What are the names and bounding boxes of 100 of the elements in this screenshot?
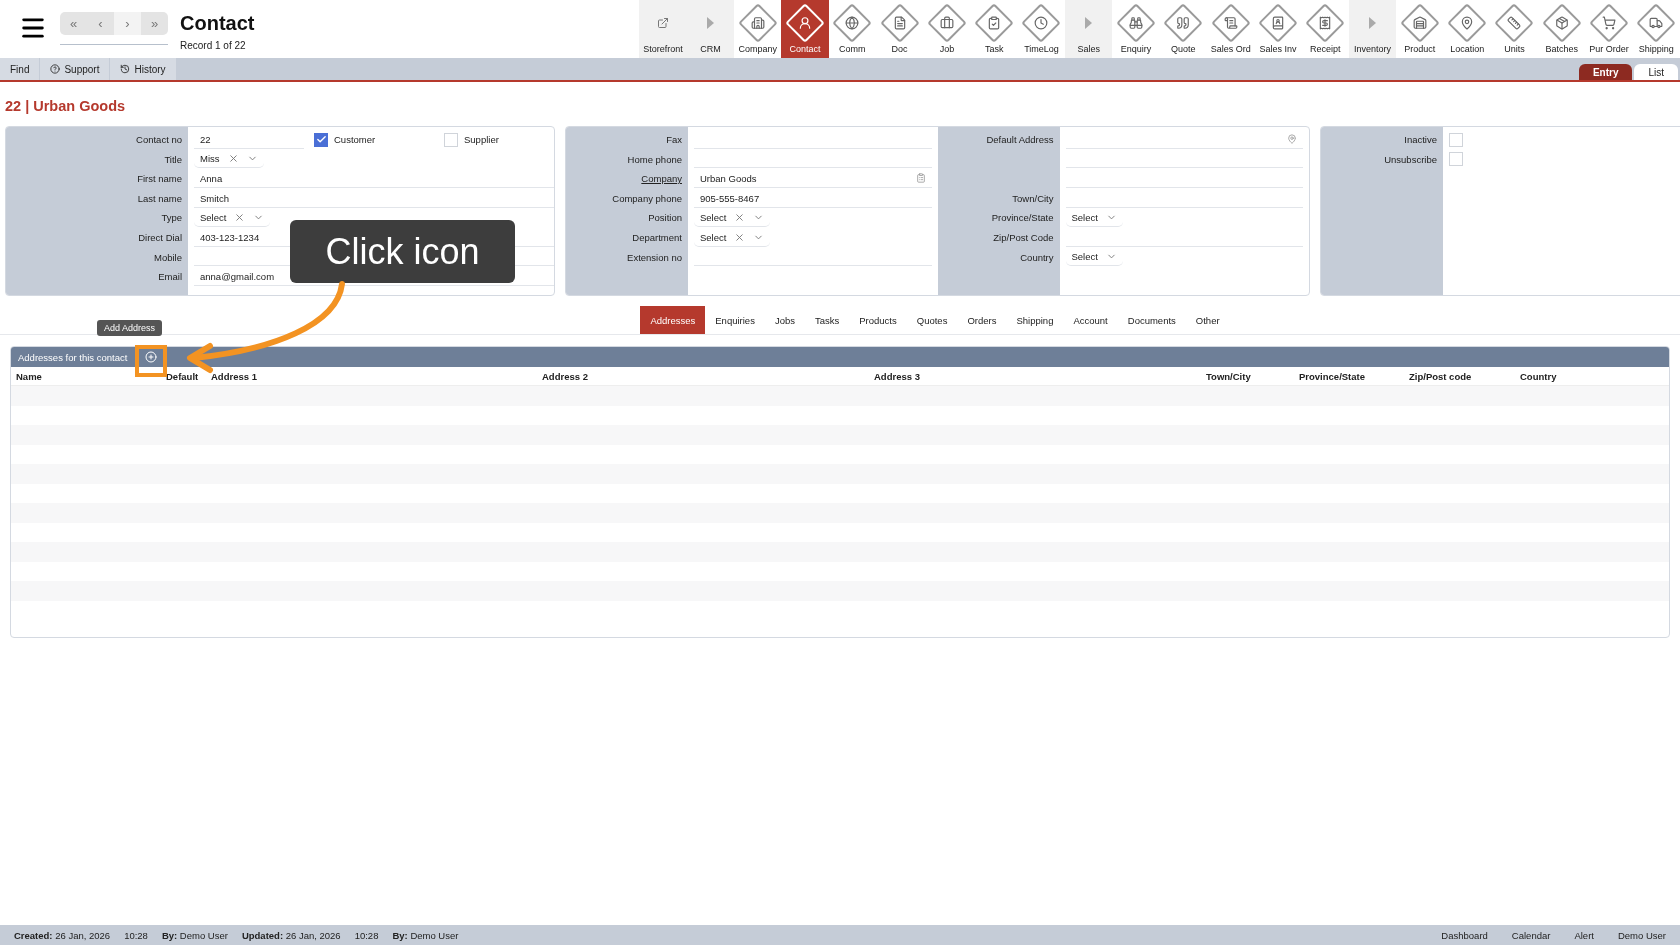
section-tab[interactable]: Orders: [957, 306, 1007, 334]
module-button[interactable]: CRM: [686, 0, 735, 58]
view-tab[interactable]: Entry: [1578, 64, 1633, 80]
history-icon: [120, 64, 131, 74]
status-text: Created: 26 Jan, 2026: [14, 929, 111, 941]
module-icon: [1401, 5, 1438, 41]
field-label: Mobile: [154, 250, 182, 265]
text-field[interactable]: Smitch: [194, 189, 554, 208]
column-header: Address 3: [873, 370, 921, 382]
module-icon: [976, 5, 1013, 41]
module-icon: [739, 5, 776, 41]
section-tab[interactable]: Jobs: [764, 306, 805, 334]
module-button[interactable]: Inventory: [1348, 0, 1397, 58]
module-button[interactable]: Contact: [781, 0, 829, 58]
module-icon: [1543, 5, 1580, 41]
module-button[interactable]: Storefront: [639, 0, 687, 58]
lookup-icon[interactable]: [915, 173, 926, 184]
section-tab[interactable]: Other: [1185, 306, 1230, 334]
column-header: Town/City: [1205, 370, 1252, 382]
select-field[interactable]: Select: [694, 209, 771, 228]
field-label-link[interactable]: Company: [641, 169, 682, 189]
column-header: Address 1: [210, 370, 258, 382]
field-label: Last name: [137, 191, 182, 206]
select-field[interactable]: Select: [1065, 248, 1123, 267]
external-link-icon: [657, 17, 670, 29]
module-button[interactable]: Sales: [1065, 0, 1113, 58]
field-label: Home phone: [627, 152, 682, 167]
module-icon: [1638, 5, 1675, 41]
module-icon: [1259, 5, 1296, 41]
clear-icon[interactable]: [734, 231, 746, 243]
status-text: By: Demo User: [392, 929, 459, 941]
pin-icon[interactable]: [1287, 134, 1297, 145]
checkbox-label[interactable]: Supplier: [444, 132, 554, 147]
toolbar-button[interactable]: Find: [0, 58, 41, 80]
view-tab[interactable]: List: [1634, 64, 1678, 80]
module-icon: [1118, 5, 1155, 41]
select-field[interactable]: Select: [194, 209, 271, 228]
field-label: Default Address: [986, 133, 1054, 147]
status-link[interactable]: Demo User: [1617, 929, 1666, 941]
section-tab[interactable]: Enquiries: [705, 306, 765, 334]
select-field[interactable]: Select: [694, 228, 771, 247]
column-header: Province/State: [1298, 370, 1366, 382]
clear-icon[interactable]: [234, 212, 246, 224]
caret-icon: [706, 17, 714, 29]
status-text: Updated: 26 Jan, 2026: [241, 929, 341, 941]
module-icon: [834, 5, 871, 41]
module-icon: [1023, 5, 1060, 41]
section-tab[interactable]: Addresses: [640, 306, 706, 334]
section-tab[interactable]: Products: [849, 306, 907, 334]
select-field[interactable]: Miss: [194, 150, 264, 169]
record-counter: Record 1 of 22: [180, 40, 247, 51]
toolbar-button[interactable]: History: [110, 58, 177, 80]
section-tab[interactable]: Shipping: [1006, 306, 1064, 334]
checkbox-label[interactable]: Customer: [314, 132, 434, 147]
column-header: Address 2: [541, 370, 589, 382]
field-label: Town/City: [1012, 191, 1054, 206]
nav-button[interactable]: ‹: [87, 12, 114, 35]
field-label: Direct Dial: [138, 230, 182, 245]
callout-tooltip: Click icon: [290, 220, 515, 283]
section-tab[interactable]: Account: [1063, 306, 1118, 334]
field-label: Email: [158, 270, 182, 285]
field-label: Province/State: [991, 211, 1054, 226]
caret-icon: [1369, 17, 1377, 29]
module-icon: [1307, 5, 1344, 41]
checkbox[interactable]: [314, 132, 328, 147]
status-link[interactable]: Alert: [1574, 929, 1594, 941]
tooltip: Add Address: [97, 320, 163, 336]
record-title: 22 | Urban Goods: [5, 98, 127, 114]
page-title: Contact: [180, 12, 255, 35]
status-link[interactable]: Calendar: [1511, 929, 1551, 941]
nav-button[interactable]: «: [60, 12, 87, 35]
field-label: Zip/Post Code: [993, 230, 1054, 245]
field-label: Company phone: [612, 191, 682, 206]
clear-icon[interactable]: [227, 153, 239, 165]
text-field[interactable]: 905-555-8467: [694, 189, 932, 208]
toolbar-button[interactable]: Support: [40, 58, 111, 80]
clear-icon[interactable]: [734, 212, 746, 224]
section-tab[interactable]: Quotes: [906, 306, 958, 334]
field-label: Title: [164, 152, 182, 167]
section-tab[interactable]: Tasks: [804, 306, 850, 334]
module-icon: [1449, 5, 1486, 41]
module-icon: [928, 5, 965, 41]
lookup-field[interactable]: Urban Goods: [694, 170, 932, 188]
column-header: Zip/Post code: [1408, 370, 1473, 382]
column-header: Default: [165, 370, 200, 382]
field-label: Contact no: [136, 133, 182, 147]
field-label: Inactive: [1404, 133, 1437, 147]
module-icon: [1212, 5, 1249, 41]
text-field[interactable]: Anna: [194, 170, 554, 188]
module-icon: [1165, 5, 1202, 41]
add-button[interactable]: [145, 351, 158, 363]
nav-button[interactable]: »: [141, 12, 168, 35]
field-label: Unsubscribe: [1384, 152, 1437, 167]
status-link[interactable]: Dashboard: [1441, 929, 1488, 941]
text-field[interactable]: 22: [194, 130, 304, 149]
select-field[interactable]: Select: [1065, 209, 1123, 228]
field-label: Department: [632, 230, 682, 245]
field-label: First name: [137, 172, 182, 187]
section-tab[interactable]: Documents: [1117, 306, 1186, 334]
column-header: Country: [1519, 370, 1558, 382]
